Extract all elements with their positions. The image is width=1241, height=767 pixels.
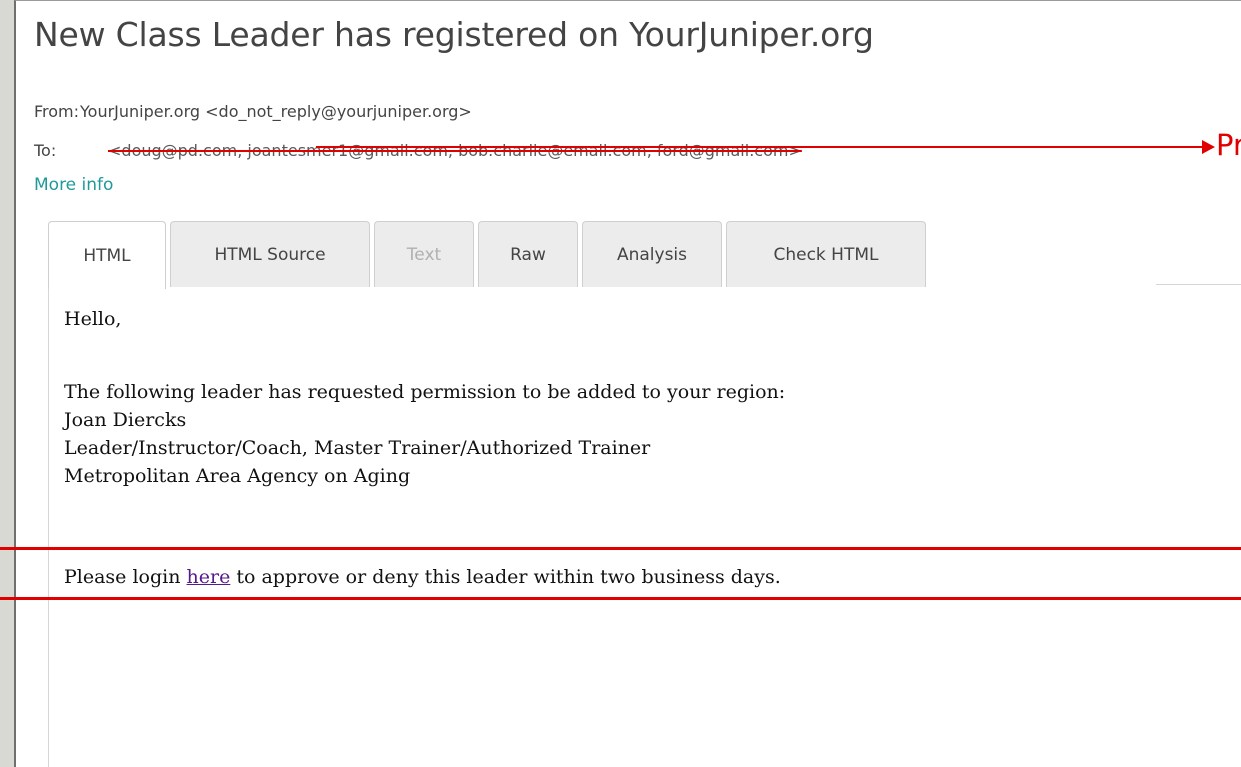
message-body-frame xyxy=(48,287,1241,767)
tab-text[interactable]: Text xyxy=(374,221,474,287)
login-here-link[interactable]: here xyxy=(187,566,231,588)
tab-check-html[interactable]: Check HTML xyxy=(726,221,926,287)
message-intro: The following leader has requested permi… xyxy=(64,381,786,403)
leader-role: Leader/Instructor/Coach, Master Trainer/… xyxy=(64,437,651,459)
annotation-arrowhead-icon xyxy=(1202,140,1215,154)
more-info-link[interactable]: More info xyxy=(34,175,113,195)
leader-name: Joan Diercks xyxy=(64,409,187,431)
highlight-line-bottom xyxy=(0,597,1241,600)
to-label: To: xyxy=(34,141,57,160)
annotation-label: Prog xyxy=(1216,128,1241,162)
tab-text-label: Text xyxy=(406,244,442,265)
login-prefix: Please login xyxy=(64,566,187,588)
login-instruction: Please login here to approve or deny thi… xyxy=(64,566,781,588)
annotation-arrow-line xyxy=(316,146,1206,148)
highlight-line-top xyxy=(0,547,1241,550)
tab-html-label: HTML xyxy=(83,245,131,266)
message-greeting: Hello, xyxy=(64,308,122,330)
tab-analysis[interactable]: Analysis xyxy=(582,221,722,287)
tab-html-source[interactable]: HTML Source xyxy=(170,221,370,287)
from-row: From:YourJuniper.org <do_not_reply@yourj… xyxy=(34,102,472,121)
from-label: From: xyxy=(34,102,80,121)
tab-html[interactable]: HTML xyxy=(48,221,166,289)
tab-raw[interactable]: Raw xyxy=(478,221,578,287)
tabs-baseline xyxy=(1156,284,1241,285)
to-row: To: <doug@pd.com, joantesmer1@gmail.com, … xyxy=(34,141,802,160)
tab-raw-label: Raw xyxy=(510,244,546,265)
email-subject: New Class Leader has registered on YourJ… xyxy=(34,15,874,54)
login-suffix: to approve or deny this leader within tw… xyxy=(230,566,781,588)
to-value: <doug@pd.com, joantesmer1@gmail.com, bob… xyxy=(108,141,802,160)
tab-check-html-label: Check HTML xyxy=(773,244,879,265)
view-tabs: HTML HTML Source Text Raw Analysis Check… xyxy=(48,221,1241,289)
from-value: YourJuniper.org <do_not_reply@yourjunipe… xyxy=(80,102,472,121)
leader-org: Metropolitan Area Agency on Aging xyxy=(64,465,411,487)
tab-html-source-label: HTML Source xyxy=(214,244,326,265)
email-window: New Class Leader has registered on YourJ… xyxy=(14,0,1241,767)
tab-analysis-label: Analysis xyxy=(616,244,688,265)
